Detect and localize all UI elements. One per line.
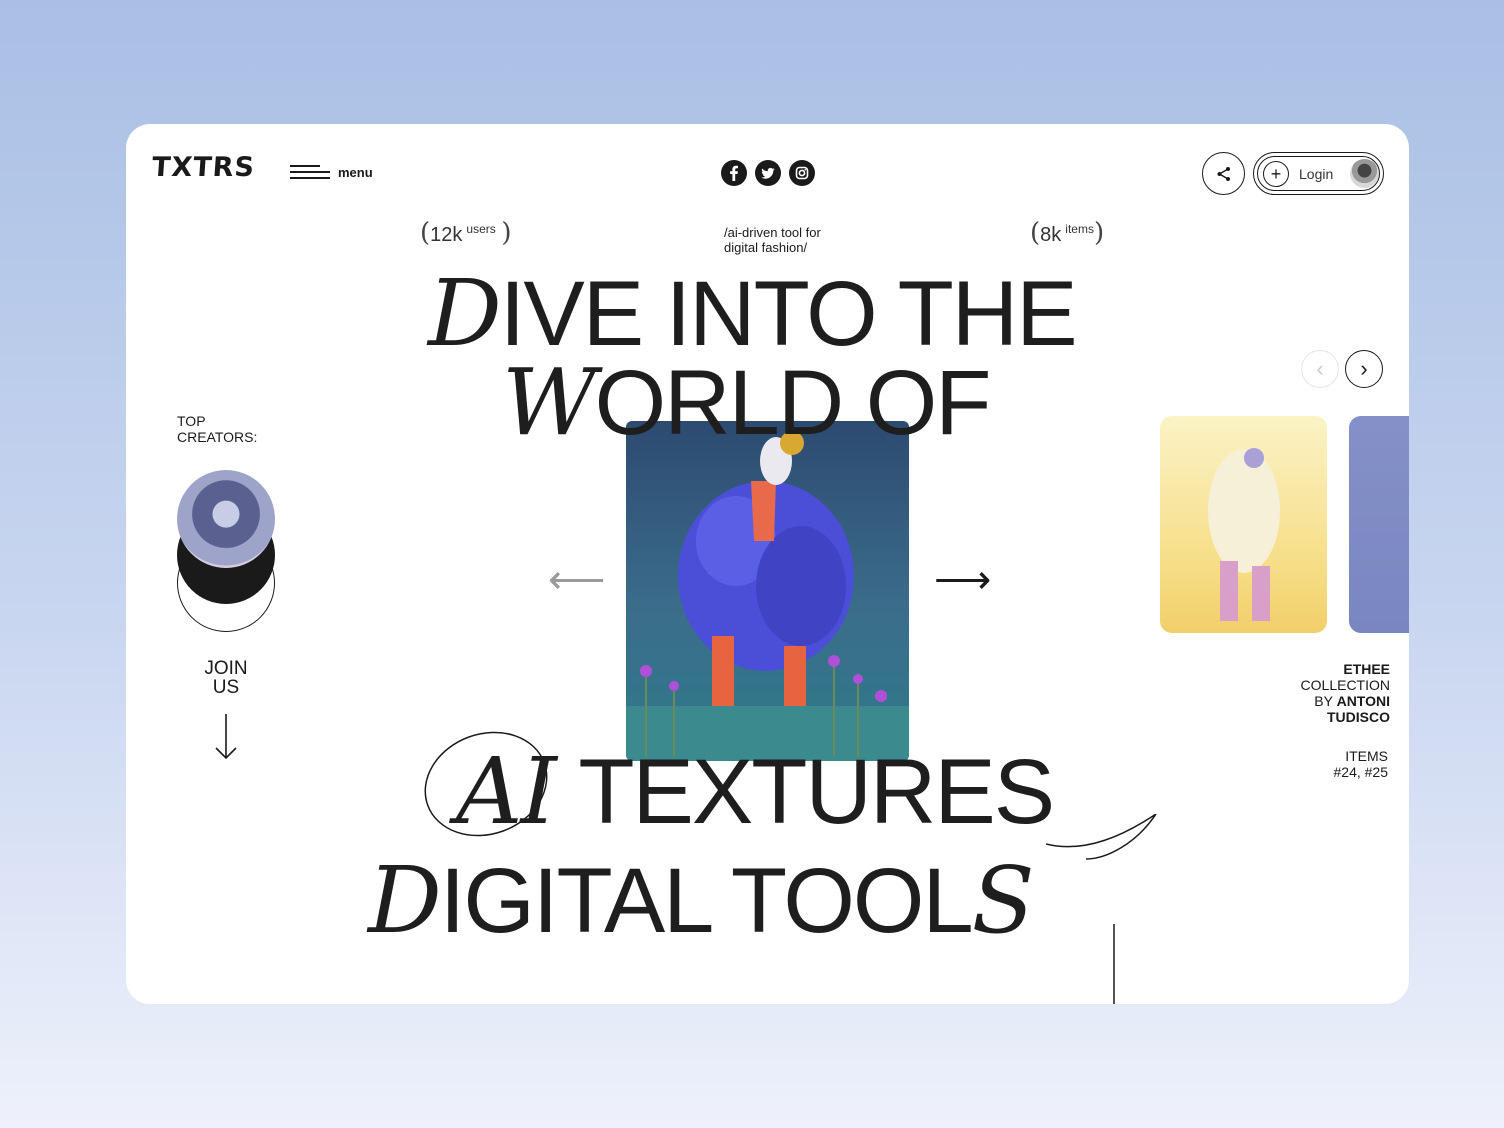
twitter-icon[interactable] [755,160,781,186]
items-stat: (8k items) [1030,218,1105,248]
users-value: 12k [430,224,463,246]
headline-line-1: DIVE INTO THE [428,260,1078,367]
login-button[interactable]: + Login [1253,152,1384,195]
headline-line-3: AI TEXTURES [456,738,1055,845]
collection-thumb-1[interactable] [1160,416,1327,633]
items-unit: items [1065,222,1094,236]
headline-initial-w: W [502,349,597,456]
menu-button[interactable]: menu [290,164,373,180]
swirl-decoration [1046,814,1157,1004]
hamburger-icon [290,164,330,180]
creator-avatar[interactable] [177,470,275,568]
headline-initial-ai: AI [456,738,557,845]
items-value: 8k [1040,224,1062,246]
share-icon [1217,166,1230,181]
next-arrow[interactable]: ⟶ [934,560,991,600]
logo[interactable]: TXTRS [151,152,256,183]
prev-arrow[interactable]: ⟵ [548,560,605,600]
main-card: TXTRS menu + Login (12k users ) /ai-drive… [126,124,1409,1004]
join-us-link[interactable]: JOIN US [202,659,250,697]
carousel-next-button[interactable]: › [1345,350,1383,388]
carousel-prev-button[interactable]: ‹ [1301,350,1339,388]
instagram-icon[interactable] [789,160,815,186]
collection-thumb-2[interactable] [1349,416,1409,633]
top-creators-label: TOP CREATORS: [177,413,258,445]
headline-initial-d2: D [368,847,442,954]
headline-final-s: S [971,847,1035,954]
facebook-icon[interactable] [721,160,747,186]
tagline-line-2: digital fashion/ [724,240,808,255]
tagline-line-1: /ai-driven tool for [724,225,821,240]
users-stat: (12k users ) [420,218,512,248]
items-caption: ITEMS #24, #25 [1333,748,1389,780]
tagline: /ai-driven tool for digital fashion/ [724,225,821,255]
menu-label: menu [338,164,373,180]
headline-line-2: WORLD OF [502,349,991,456]
hero-image[interactable] [626,421,909,761]
users-unit: users [466,222,496,236]
social-links [721,160,815,186]
headline-initial-d: D [428,260,502,367]
headline-line-4: DIGITAL TOOLS [368,847,1035,954]
collection-caption: ETHEE COLLECTION BY ANTONI TUDISCO [1300,661,1390,725]
share-button[interactable] [1202,152,1245,195]
arrow-down-icon [215,714,237,760]
